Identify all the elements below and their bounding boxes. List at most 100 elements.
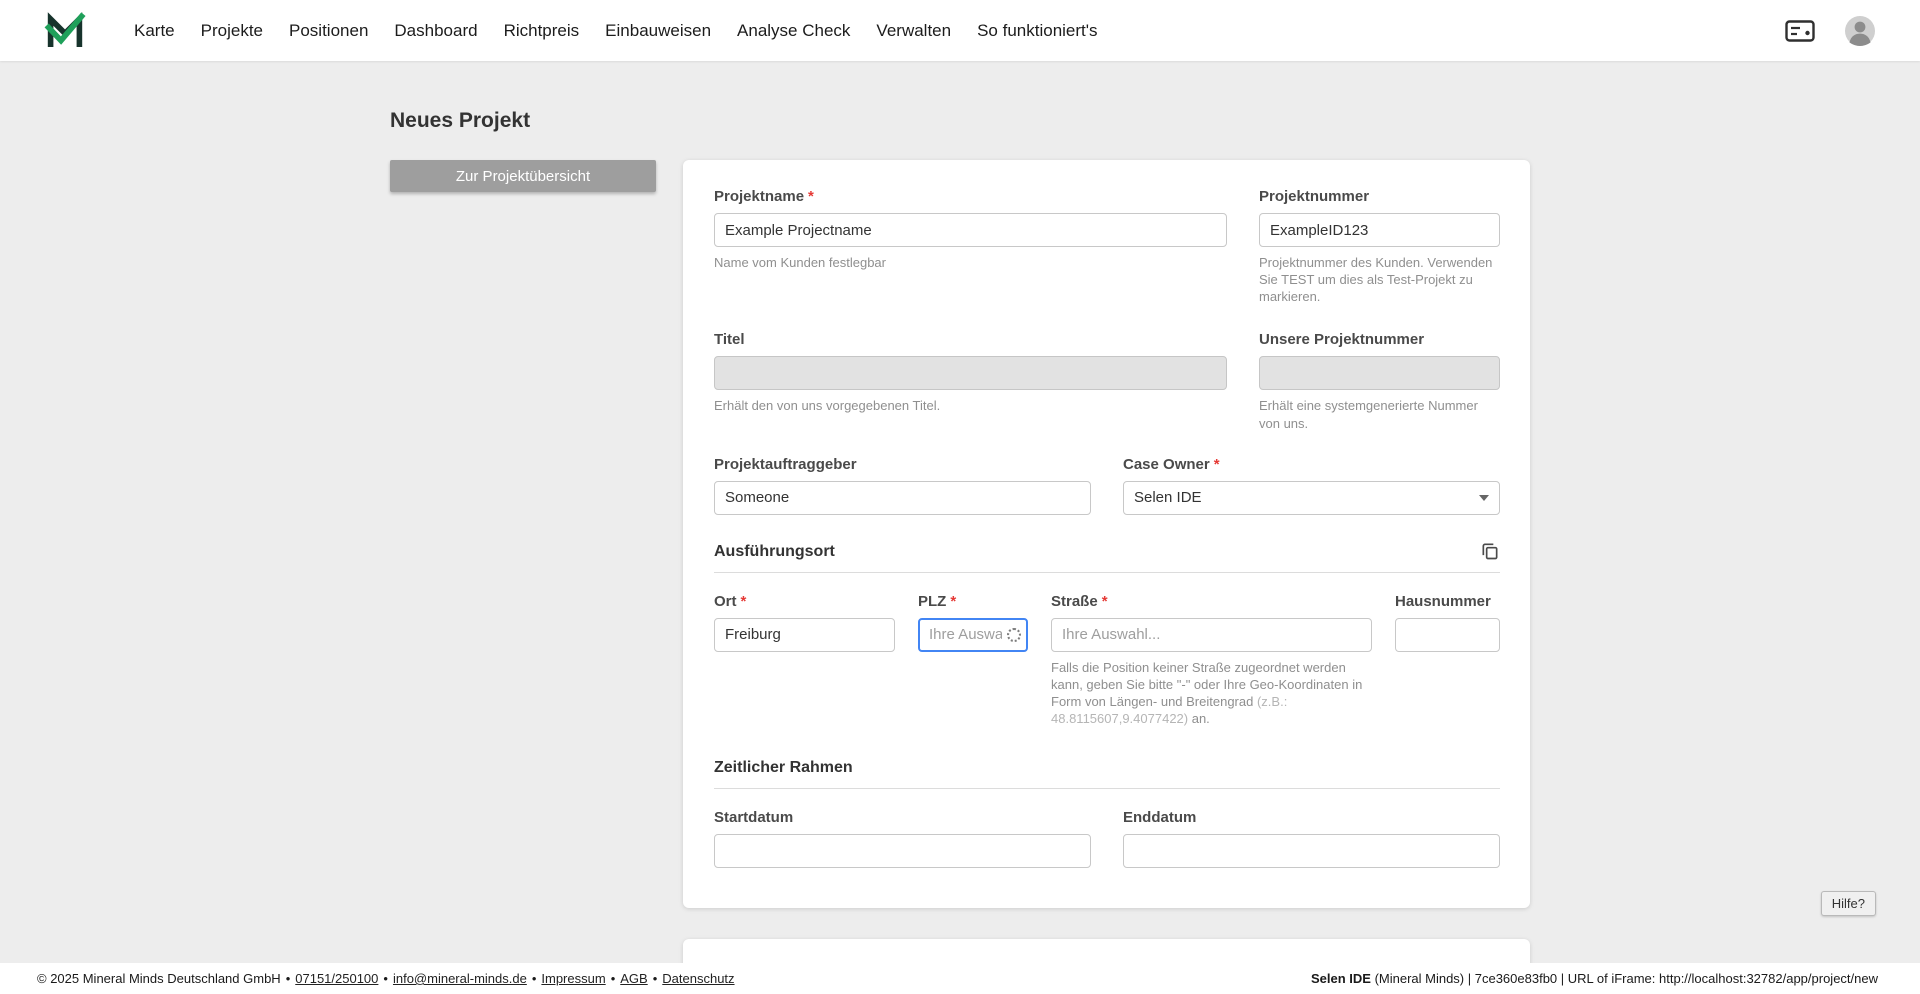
- main-content: Neues Projekt Zur Projektübersicht Proje…: [390, 61, 1530, 994]
- page-title: Neues Projekt: [390, 109, 531, 132]
- projektnummer-label-text: Projektnummer: [1259, 188, 1370, 205]
- projektauftraggeber-input[interactable]: [714, 480, 1091, 515]
- nav-item-projekte[interactable]: Projekte: [201, 21, 263, 41]
- footer-left: © 2025 Mineral Minds Deutschland GmbH • …: [37, 971, 735, 986]
- nav-item-karte[interactable]: Karte: [134, 21, 175, 41]
- nav-item-analyse-check[interactable]: Analyse Check: [737, 21, 850, 41]
- case-owner-value: Selen IDE: [1134, 489, 1202, 507]
- server-icon[interactable]: [1784, 15, 1816, 47]
- strasse-input[interactable]: [1051, 617, 1372, 652]
- user-avatar[interactable]: [1844, 15, 1876, 47]
- case-owner-field: Case Owner * Selen IDE: [1123, 456, 1500, 515]
- unsere-projektnummer-field: Unsere Projektnummer Erhält eine systemg…: [1259, 331, 1500, 431]
- enddatum-field: Enddatum: [1123, 809, 1500, 869]
- footer-link-phone[interactable]: 07151/250100: [295, 971, 378, 986]
- required-marker: *: [1101, 592, 1108, 610]
- project-form-card: Projektname* Name vom Kunden festlegbar …: [683, 160, 1530, 909]
- nav-item-verwalten[interactable]: Verwalten: [876, 21, 951, 41]
- case-owner-label-text: Case Owner: [1123, 455, 1210, 473]
- separator-dot: •: [285, 971, 291, 986]
- projektnummer-label: Projektnummer: [1259, 188, 1500, 205]
- footer-link-impressum[interactable]: Impressum: [541, 971, 605, 986]
- footer: © 2025 Mineral Minds Deutschland GmbH • …: [0, 963, 1920, 994]
- hausnummer-label: Hausnummer: [1395, 593, 1500, 610]
- ort-label: Ort *: [714, 593, 895, 610]
- titel-label: Titel: [714, 331, 1227, 348]
- copy-icon[interactable]: [1480, 541, 1500, 561]
- unsere-projektnummer-input: [1259, 356, 1500, 391]
- titel-input: [714, 356, 1227, 391]
- address-grid: Ort* PLZ* Straße*: [714, 593, 1500, 728]
- top-navbar: Karte Projekte Positionen Dashboard Rich…: [0, 0, 1920, 61]
- projektnummer-input[interactable]: [1259, 213, 1500, 247]
- chevron-down-icon: [1479, 494, 1489, 501]
- projektname-label-text: Projektname: [714, 188, 805, 205]
- help-button[interactable]: Hilfe?: [1820, 891, 1876, 916]
- footer-link-datenschutz[interactable]: Datenschutz: [662, 971, 734, 986]
- plz-label-text: PLZ: [918, 592, 947, 610]
- separator-dot: •: [610, 971, 616, 986]
- footer-user-name: Selen IDE: [1310, 971, 1371, 986]
- hausnummer-label-text: Hausnummer: [1395, 592, 1491, 610]
- projektauftraggeber-field: Projektauftraggeber: [714, 456, 1091, 515]
- projektnummer-helper: Projektnummer des Kunden. Verwenden Sie …: [1259, 255, 1493, 305]
- strasse-label-text: Straße: [1051, 592, 1098, 610]
- footer-link-agb[interactable]: AGB: [620, 971, 647, 986]
- section-zeitlicher-rahmen: Zeitlicher Rahmen: [714, 759, 1500, 790]
- startdatum-input[interactable]: [714, 834, 1091, 869]
- required-marker: *: [808, 188, 814, 205]
- nav-item-einbauweisen[interactable]: Einbauweisen: [605, 21, 711, 41]
- projektauftraggeber-label: Projektauftraggeber: [714, 456, 1091, 473]
- copyright-text: © 2025 Mineral Minds Deutschland GmbH: [37, 971, 281, 986]
- nav-item-dashboard[interactable]: Dashboard: [394, 21, 477, 41]
- section-zeitlicher-rahmen-title: Zeitlicher Rahmen: [714, 759, 853, 777]
- strasse-helper-suffix: an.: [1188, 711, 1210, 727]
- strasse-helper: Falls die Position keiner Straße zugeord…: [1051, 659, 1372, 728]
- nav-item-positionen[interactable]: Positionen: [289, 21, 368, 41]
- row-dates: Startdatum Enddatum: [714, 809, 1500, 869]
- required-marker: *: [1213, 455, 1220, 473]
- plz-input-wrap: [918, 617, 1028, 652]
- strasse-label: Straße *: [1051, 593, 1372, 610]
- row-projektname: Projektname* Name vom Kunden festlegbar …: [714, 188, 1500, 305]
- projektname-input[interactable]: [714, 213, 1227, 247]
- case-owner-select[interactable]: Selen IDE: [1123, 480, 1500, 515]
- startdatum-field: Startdatum: [714, 809, 1091, 869]
- project-overview-button[interactable]: Zur Projektübersicht: [390, 160, 656, 192]
- startdatum-label: Startdatum: [714, 809, 1091, 826]
- required-marker: *: [740, 592, 747, 610]
- left-column: Zur Projektübersicht: [390, 160, 683, 192]
- main-nav: Karte Projekte Positionen Dashboard Rich…: [134, 21, 1098, 41]
- content-row: Zur Projektübersicht Projektname* Name v…: [390, 160, 1530, 909]
- row-auftraggeber-owner: Projektauftraggeber Case Owner* Selen ID…: [714, 456, 1500, 515]
- required-marker: *: [950, 592, 957, 610]
- footer-session-info: Selen IDE (Mineral Minds) | 7ce360e83fb0…: [1311, 971, 1878, 986]
- ort-input[interactable]: [714, 617, 895, 652]
- projektname-label: Projektname *: [714, 188, 1227, 205]
- section-ausfuehrungsort-title: Ausführungsort: [714, 542, 835, 560]
- separator-dot: •: [383, 971, 388, 986]
- footer-session-details: (Mineral Minds) | 7ce360e83fb0 | URL of …: [1370, 971, 1878, 986]
- unsere-projektnummer-label-text: Unsere Projektnummer: [1259, 331, 1425, 349]
- unsere-projektnummer-helper: Erhält eine systemgenerierte Nummer von …: [1259, 398, 1478, 431]
- footer-link-email[interactable]: info@mineral-minds.de: [393, 971, 527, 986]
- nav-item-so-funktionierts[interactable]: So funktioniert's: [977, 21, 1097, 41]
- separator-dot: •: [652, 971, 658, 986]
- enddatum-label: Enddatum: [1123, 809, 1500, 826]
- hausnummer-input[interactable]: [1395, 617, 1500, 652]
- mineral-minds-logo[interactable]: [44, 11, 86, 51]
- section-ausfuehrungsort: Ausführungsort: [714, 541, 1500, 573]
- startdatum-label-text: Startdatum: [714, 809, 794, 827]
- nav-item-richtpreis[interactable]: Richtpreis: [504, 21, 580, 41]
- navbar-right: [1784, 15, 1876, 47]
- strasse-field: Straße *: [1051, 593, 1372, 652]
- separator-dot: •: [531, 971, 537, 986]
- projektauftraggeber-label-text: Projektauftraggeber: [714, 455, 857, 473]
- projektnummer-field: Projektnummer Projektnummer des Kunden. …: [1259, 188, 1500, 305]
- projektname-field: Projektname* Name vom Kunden festlegbar: [714, 188, 1227, 305]
- hausnummer-field: Hausnummer: [1395, 593, 1500, 652]
- loading-spinner-icon: [1007, 627, 1021, 642]
- titel-label-text: Titel: [714, 331, 745, 349]
- titel-helper: Erhält den von uns vorgegebenen Titel.: [714, 398, 941, 414]
- enddatum-input[interactable]: [1123, 834, 1500, 869]
